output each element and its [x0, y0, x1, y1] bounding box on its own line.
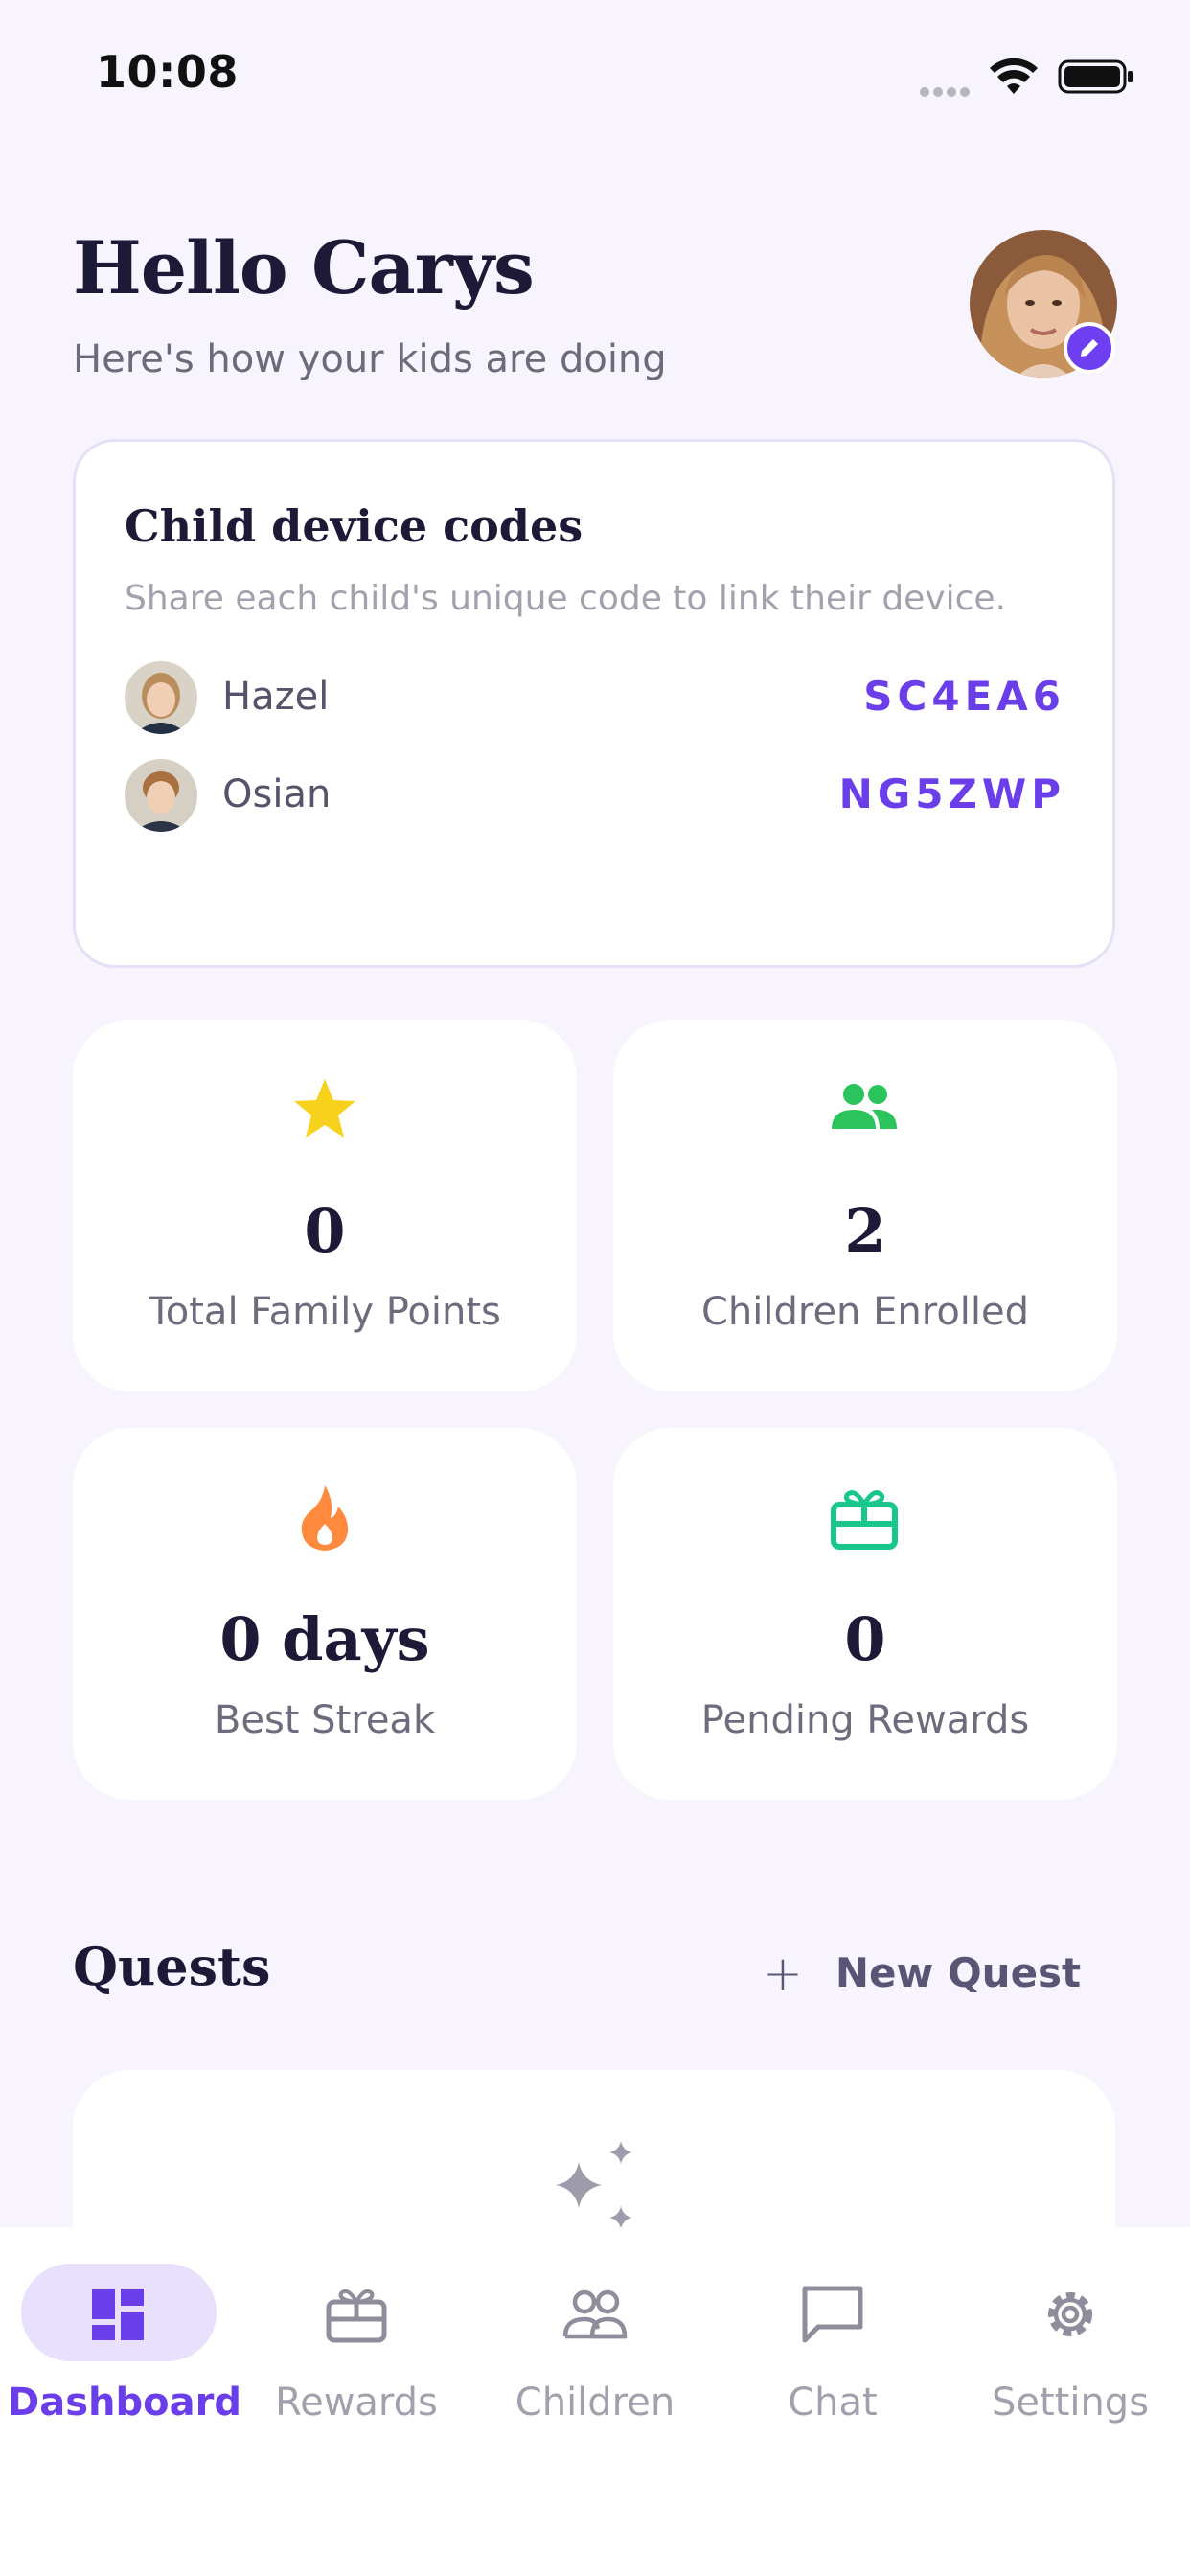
gear-icon: [1048, 2292, 1092, 2336]
children-icon: [562, 2289, 628, 2339]
tab-children[interactable]: Children: [485, 2264, 705, 2425]
sparkle-icon: [556, 2141, 632, 2229]
edit-avatar-button[interactable]: [1064, 322, 1115, 374]
child-device-code[interactable]: SC4EA6: [682, 673, 1065, 720]
tab-label: Dashboard: [8, 2380, 241, 2425]
stat-label: Pending Rewards: [700, 1698, 1030, 1742]
tab-dashboard[interactable]: Dashboard: [8, 2264, 241, 2425]
stat-value: 0: [844, 1604, 886, 1674]
child-avatar-hazel: [125, 661, 197, 734]
stat-label: Children Enrolled: [700, 1290, 1030, 1334]
cellular-signal-icon: [920, 82, 973, 97]
device-codes-description: Share each child's unique code to link t…: [125, 579, 1007, 618]
group-icon: [832, 1084, 897, 1129]
chat-icon: [802, 2286, 863, 2343]
star-icon: [294, 1079, 355, 1138]
stat-value: 0: [304, 1196, 346, 1266]
pencil-icon: [1081, 339, 1098, 356]
quests-title: Quests: [73, 1936, 271, 1997]
tab-label: Children: [515, 2380, 675, 2425]
child-avatar-osian: [125, 759, 197, 832]
child-name: Hazel: [222, 675, 330, 719]
stat-label: Total Family Points: [149, 1290, 501, 1334]
tab-label: Chat: [788, 2380, 878, 2425]
page-title: Hello Carys: [73, 225, 535, 310]
child-name: Osian: [222, 772, 332, 816]
flame-icon: [301, 1485, 349, 1551]
stat-value: 0 days: [219, 1604, 430, 1674]
gift-icon: [326, 2288, 387, 2343]
tab-label: Settings: [991, 2380, 1150, 2425]
stat-label: Best Streak: [214, 1698, 436, 1742]
new-quest-button[interactable]: + New Quest: [763, 1945, 1081, 2001]
tab-chat[interactable]: Chat: [722, 2264, 943, 2425]
plus-icon: +: [763, 1945, 803, 2001]
tab-label: Rewards: [275, 2380, 438, 2425]
battery-icon: [1058, 59, 1133, 94]
gift-icon: [831, 1490, 898, 1550]
new-quest-label: New Quest: [835, 1949, 1082, 1996]
device-codes-title: Child device codes: [125, 500, 584, 552]
child-device-code[interactable]: NG5ZWP: [682, 770, 1065, 817]
stat-value: 2: [844, 1196, 886, 1266]
dashboard-icon: [92, 2288, 144, 2340]
page-subtitle: Here's how your kids are doing: [73, 337, 667, 381]
status-time: 10:08: [96, 46, 239, 98]
tab-rewards[interactable]: Rewards: [246, 2264, 467, 2425]
tab-settings[interactable]: Settings: [960, 2264, 1180, 2425]
wifi-icon: [990, 58, 1038, 94]
